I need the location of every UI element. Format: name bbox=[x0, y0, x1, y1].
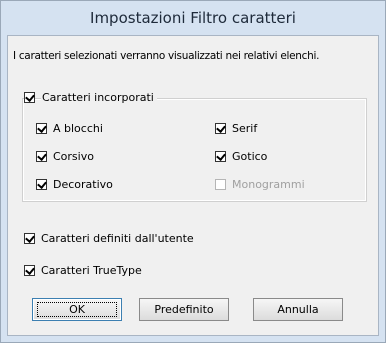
user-defined-fonts-label: Caratteri definiti dall'utente bbox=[41, 232, 194, 245]
checkbox-user-defined-box[interactable] bbox=[24, 233, 35, 244]
truetype-fonts-checkbox[interactable]: Caratteri TrueType bbox=[24, 264, 142, 277]
option-serif-label: Serif bbox=[232, 122, 258, 135]
cancel-button-label: Annulla bbox=[277, 303, 319, 316]
checkbox-embedded-fonts-box[interactable] bbox=[24, 92, 35, 103]
option-decorativo[interactable]: Decorativo bbox=[36, 178, 113, 191]
embedded-fonts-checkbox[interactable]: Caratteri incorporati bbox=[24, 91, 157, 104]
option-serif[interactable]: Serif bbox=[215, 122, 257, 135]
intro-text: I caratteri selezionati verranno visuali… bbox=[13, 50, 320, 62]
option-gotico-label: Gotico bbox=[232, 150, 268, 163]
dialog-title: Impostazioni Filtro caratteri bbox=[90, 9, 296, 27]
option-a-blocchi[interactable]: A blocchi bbox=[36, 122, 103, 135]
checkbox-a-blocchi-box[interactable] bbox=[36, 123, 47, 134]
option-monogrammi: Monogrammi bbox=[215, 178, 305, 191]
ok-button-label: OK bbox=[69, 303, 85, 316]
option-monogrammi-label: Monogrammi bbox=[232, 178, 305, 191]
default-button[interactable]: Predefinito bbox=[139, 298, 229, 321]
checkbox-gotico-box[interactable] bbox=[215, 151, 226, 162]
checkbox-monogrammi-box bbox=[215, 179, 226, 190]
embedded-fonts-label: Caratteri incorporati bbox=[41, 91, 157, 104]
user-defined-fonts-checkbox[interactable]: Caratteri definiti dall'utente bbox=[24, 232, 194, 245]
option-a-blocchi-label: A blocchi bbox=[53, 122, 103, 135]
option-decorativo-label: Decorativo bbox=[53, 178, 113, 191]
option-corsivo-label: Corsivo bbox=[53, 150, 94, 163]
option-gotico[interactable]: Gotico bbox=[215, 150, 267, 163]
checkbox-serif-box[interactable] bbox=[215, 123, 226, 134]
dialog-client-area: I caratteri selezionati verranno visuali… bbox=[7, 35, 379, 336]
ok-button[interactable]: OK bbox=[32, 298, 122, 321]
checkbox-corsivo-box[interactable] bbox=[36, 151, 47, 162]
truetype-fonts-label: Caratteri TrueType bbox=[41, 264, 142, 277]
cancel-button[interactable]: Annulla bbox=[253, 298, 343, 321]
font-filter-dialog: Impostazioni Filtro caratteri I caratter… bbox=[0, 0, 386, 343]
option-corsivo[interactable]: Corsivo bbox=[36, 150, 94, 163]
default-button-label: Predefinito bbox=[154, 303, 214, 316]
checkbox-decorativo-box[interactable] bbox=[36, 179, 47, 190]
checkbox-truetype-box[interactable] bbox=[24, 265, 35, 276]
